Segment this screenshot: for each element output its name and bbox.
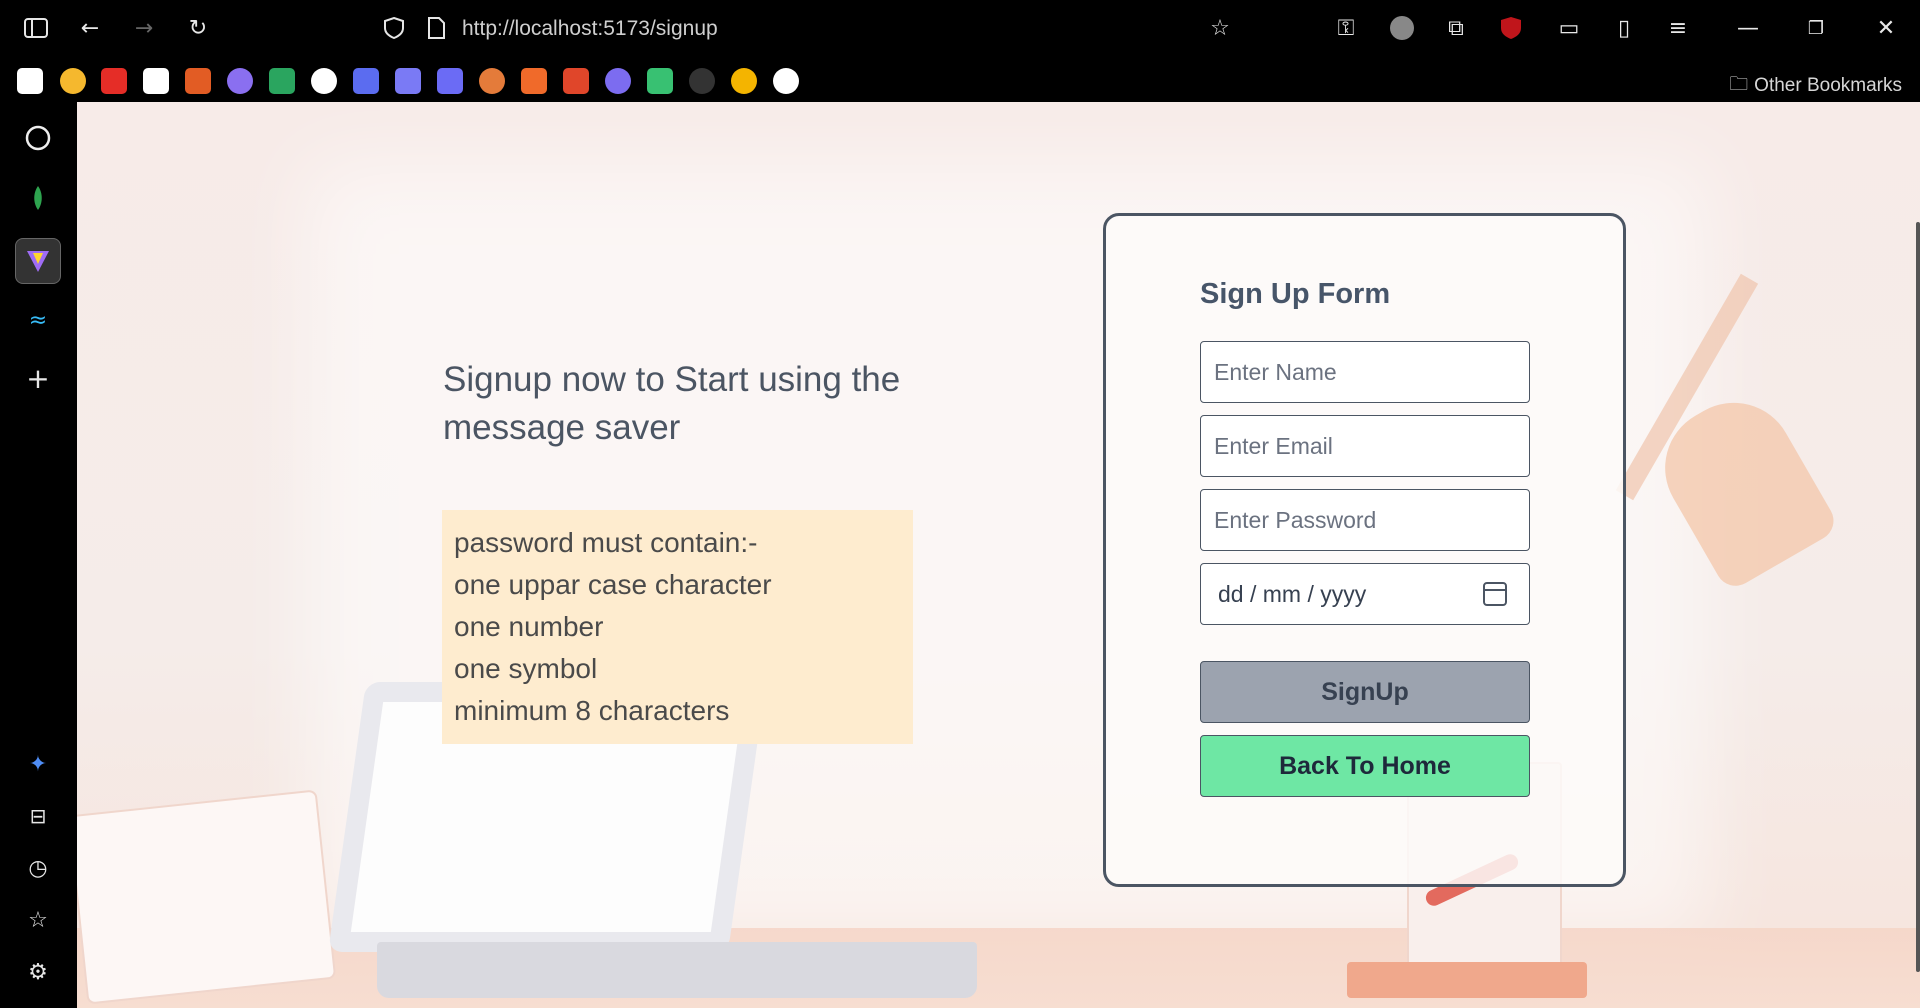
bookmark-icon[interactable] xyxy=(647,68,673,94)
page-headline: Signup now to Start using the message sa… xyxy=(443,360,901,447)
date-placeholder: dd / mm / yyyy xyxy=(1218,580,1367,607)
bookmark-icon[interactable] xyxy=(60,68,86,94)
bookmarks-icon[interactable]: ☆ xyxy=(20,902,56,938)
ublock-icon[interactable] xyxy=(1497,14,1525,42)
chatgpt-icon[interactable] xyxy=(20,120,56,156)
reload-icon[interactable]: ↻ xyxy=(184,14,212,42)
calendar-icon[interactable] xyxy=(1483,582,1507,606)
scrollbar[interactable] xyxy=(1916,222,1920,972)
name-field[interactable] xyxy=(1200,341,1530,403)
tailwind-icon[interactable]: ≈ xyxy=(20,302,56,338)
history-icon[interactable]: ◷ xyxy=(20,850,56,886)
vite-icon[interactable] xyxy=(15,238,61,284)
url-bar[interactable]: http://localhost:5173/signup xyxy=(462,17,718,41)
bookmark-icon[interactable] xyxy=(563,68,589,94)
form-title: Sign Up Form xyxy=(1200,278,1391,310)
email-input[interactable] xyxy=(1214,432,1529,460)
password-rule: one symbol xyxy=(454,653,598,684)
menu-icon[interactable]: ≡ xyxy=(1664,14,1692,42)
page-viewport: Signup now to Start using the message sa… xyxy=(77,102,1920,1008)
key-icon[interactable]: ⚿ xyxy=(1332,14,1360,42)
password-rules-box: password must contain:- one uppar case c… xyxy=(442,510,913,744)
sidebar-toggle-icon[interactable] xyxy=(22,14,50,42)
laptop-base-illustration xyxy=(377,942,977,998)
sidebar-view-icon[interactable]: ▯ xyxy=(1610,14,1638,42)
other-bookmarks[interactable]: 🗀 Other Bookmarks xyxy=(1729,70,1902,102)
password-rule: password must contain:- xyxy=(454,527,758,558)
bookmark-icon[interactable] xyxy=(773,68,799,94)
profile-avatar-icon[interactable] xyxy=(1388,14,1416,42)
password-input[interactable] xyxy=(1214,506,1529,534)
mongodb-icon[interactable] xyxy=(20,180,56,216)
bookmark-icon[interactable] xyxy=(395,68,421,94)
password-rule: minimum 8 characters xyxy=(454,695,730,726)
photos-bookmark-icon[interactable] xyxy=(731,68,757,94)
browser-sidebar: ≈ + ✦ ⊟ ◷ ☆ ⚙ xyxy=(0,102,77,1008)
containers-icon[interactable]: ▭ xyxy=(1555,14,1583,42)
chatgpt-bookmark-icon[interactable] xyxy=(311,68,337,94)
bookmark-icon[interactable] xyxy=(479,68,505,94)
ai-sparkle-icon[interactable]: ✦ xyxy=(20,746,56,782)
bookmark-icon[interactable] xyxy=(185,68,211,94)
bookmark-icon[interactable] xyxy=(437,68,463,94)
back-to-home-button[interactable]: Back To Home xyxy=(1200,735,1530,797)
envelope-illustration xyxy=(77,789,337,1005)
close-icon[interactable]: ✕ xyxy=(1872,14,1900,42)
date-field[interactable]: dd / mm / yyyy xyxy=(1200,563,1530,625)
minimize-icon[interactable]: — xyxy=(1734,14,1762,42)
bookmark-icon[interactable] xyxy=(521,68,547,94)
name-input[interactable] xyxy=(1214,358,1529,386)
forward-icon[interactable]: → xyxy=(130,14,158,42)
bookmark-icon[interactable] xyxy=(353,68,379,94)
shield-icon[interactable] xyxy=(380,14,408,42)
book-illustration xyxy=(1347,962,1587,998)
amazon-bookmark-icon[interactable] xyxy=(17,68,43,94)
extensions-icon[interactable]: ⧉ xyxy=(1442,14,1470,42)
restore-icon[interactable]: ❐ xyxy=(1802,14,1830,42)
password-rule: one uppar case character xyxy=(454,569,772,600)
password-rule: one number xyxy=(454,611,604,642)
github-bookmark-icon[interactable] xyxy=(689,68,715,94)
email-field[interactable] xyxy=(1200,415,1530,477)
synced-tabs-icon[interactable]: ⊟ xyxy=(20,798,56,834)
folder-icon: 🗀 xyxy=(1729,74,1749,95)
youtube-bookmark-icon[interactable] xyxy=(101,68,127,94)
bookmark-star-icon[interactable]: ☆ xyxy=(1206,14,1234,42)
signup-button[interactable]: SignUp xyxy=(1200,661,1530,723)
add-panel-icon[interactable]: + xyxy=(20,360,56,396)
page-icon xyxy=(422,14,450,42)
browser-toolbar: ← → ↻ http://localhost:5173/signup ☆ ⚿ ⧉… xyxy=(0,0,1920,62)
drive-bookmark-icon[interactable] xyxy=(269,68,295,94)
bookmark-icon[interactable] xyxy=(227,68,253,94)
bookmark-icon[interactable] xyxy=(605,68,631,94)
password-field[interactable] xyxy=(1200,489,1530,551)
gmail-bookmark-icon[interactable] xyxy=(143,68,169,94)
settings-gear-icon[interactable]: ⚙ xyxy=(20,954,56,990)
back-icon[interactable]: ← xyxy=(76,14,104,42)
